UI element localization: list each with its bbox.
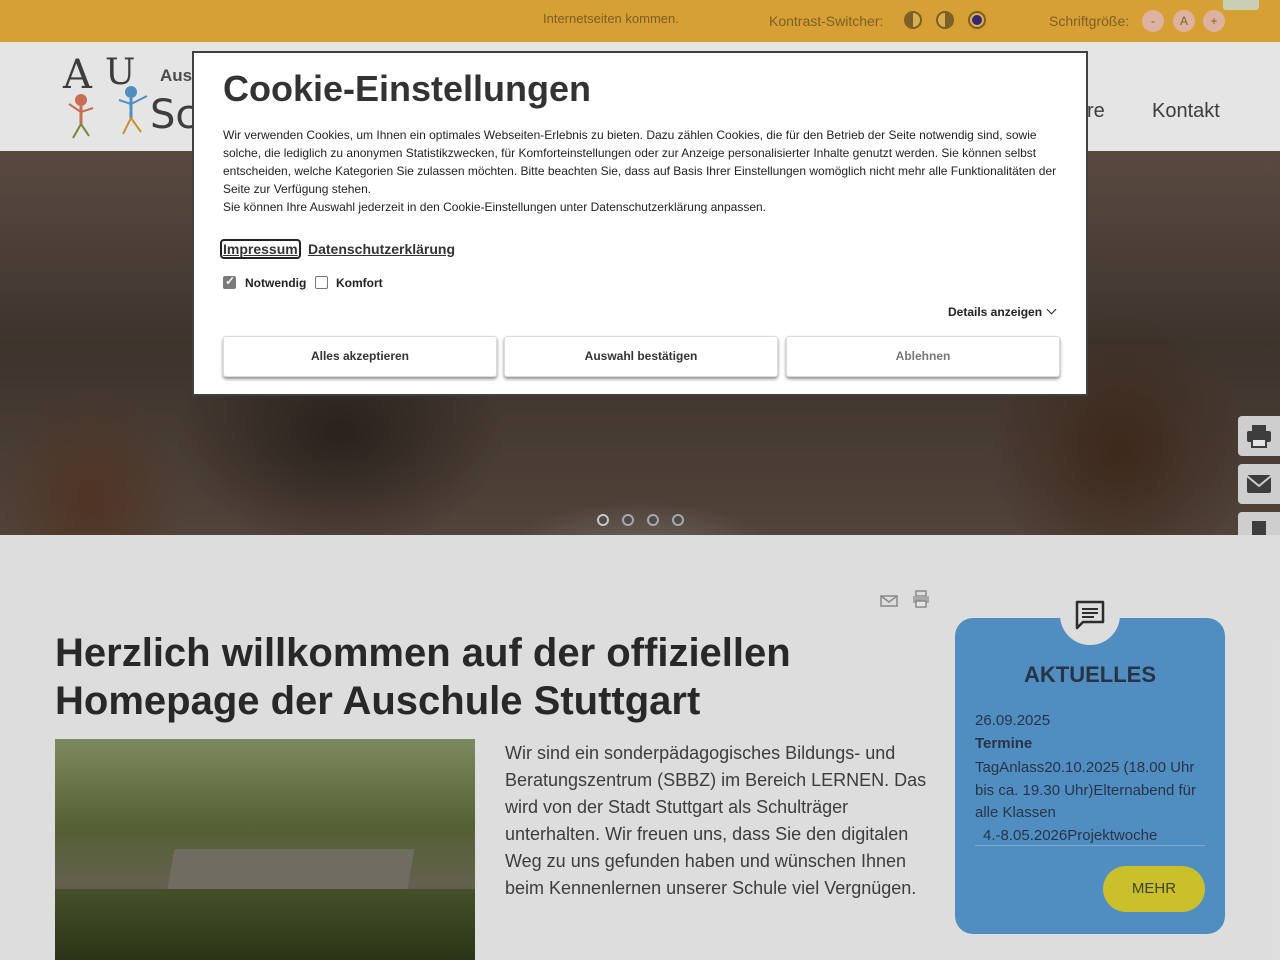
accept-all-button[interactable]: Alles akzeptieren xyxy=(223,336,497,377)
impressum-link[interactable]: Impressum xyxy=(220,239,301,259)
chevron-down-icon xyxy=(1046,304,1057,315)
confirm-selection-button[interactable]: Auswahl bestätigen xyxy=(504,336,778,377)
privacy-link[interactable]: Datenschutzerklärung xyxy=(308,241,455,257)
cookie-text: Wir verwenden Cookies, um Ihnen ein opti… xyxy=(223,128,1057,196)
checkbox-notwendig[interactable] xyxy=(223,274,236,289)
reject-button[interactable]: Ablehnen xyxy=(786,336,1060,377)
checkbox-komfort[interactable] xyxy=(315,276,328,289)
details-label: Details anzeigen xyxy=(948,305,1043,319)
details-toggle[interactable]: Details anzeigen xyxy=(948,304,1057,319)
cookie-text-2: Sie können Ihre Auswahl jederzeit in den… xyxy=(223,200,767,214)
checkbox-komfort-label: Komfort xyxy=(336,276,383,290)
cookie-title: Cookie-Einstellungen xyxy=(223,68,592,109)
checkbox-notwendig-label: Notwendig xyxy=(245,276,307,290)
